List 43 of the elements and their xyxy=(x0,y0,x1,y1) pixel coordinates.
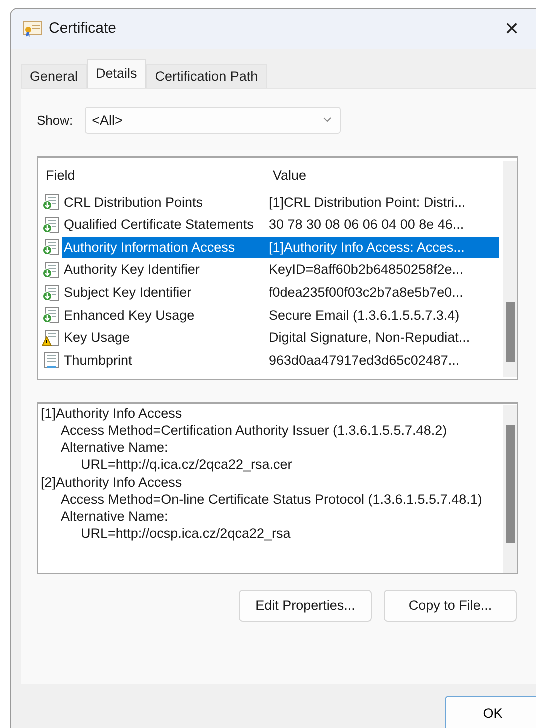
list-row[interactable]: Enhanced Key Usage Secure Email (1.3.6.1.5.5.7.3.4) xyxy=(42,304,499,326)
list-row[interactable]: CRL Distribution Points [1]CRL Distribution Point: Distri... xyxy=(42,190,499,214)
detail-line: URL=http://q.ica.cz/2qca22_rsa.cer xyxy=(80,456,294,474)
certificate-field-icon xyxy=(42,193,60,212)
detail-line: Alternative Name: xyxy=(60,439,170,456)
detail-line: URL=http://ocsp.ica.cz/2qca22_rsa xyxy=(80,525,292,542)
tab[interactable]: General xyxy=(21,64,88,88)
list-row[interactable]: Subject Key Identifier f0dea235f00f03c2b7a8e5b7e0... xyxy=(42,281,499,304)
dialog-button[interactable]: Edit Properties... xyxy=(239,590,372,622)
detail-line: Access Method=On-line Certificate Status Protocol (1.3.6.1.5.5.7.48.1) xyxy=(60,490,484,508)
list-row[interactable]: Key Usage Digital Signature, Non-Repudiat... xyxy=(42,326,499,350)
detail-line: Access Method=Certification Authority Issuer (1.3.6.1.5.5.7.48.2) xyxy=(60,422,448,440)
certificate-field-icon xyxy=(42,284,60,302)
warning-field-icon xyxy=(42,328,60,347)
document-icon xyxy=(42,351,60,370)
show-dropdown[interactable]: <All> xyxy=(85,106,342,134)
chevron-down-icon xyxy=(323,117,332,124)
detail-line: [2]Authority Info Access xyxy=(41,474,184,491)
tab[interactable]: Certification Path xyxy=(146,64,268,88)
certificate-field-icon xyxy=(42,216,60,234)
list-row[interactable]: Qualified Certificate Statements 30 78 30 08 06 06 04 00 8e 46... xyxy=(42,213,499,236)
scrollbar[interactable] xyxy=(503,404,517,573)
list-row[interactable]: Authority Information Access [1]Authority Info Access: Acces... xyxy=(42,236,499,259)
detail-line: [1]Authority Info Access xyxy=(41,404,184,422)
ok-button[interactable]: OK xyxy=(445,696,536,728)
tab[interactable]: Details xyxy=(87,58,146,88)
window-title: Certificate xyxy=(49,20,118,38)
scroll-thumb[interactable] xyxy=(506,424,515,543)
certificate-field-icon xyxy=(42,238,60,256)
certificate-icon xyxy=(23,20,43,38)
column-header[interactable]: Field xyxy=(42,168,269,184)
dialog-button[interactable]: Copy to File... xyxy=(384,590,517,622)
column-header[interactable]: Value xyxy=(269,168,503,184)
close-button[interactable]: ✕ xyxy=(489,14,535,44)
show-label: Show: xyxy=(37,112,74,128)
detail-text-box[interactable] xyxy=(37,402,518,574)
certificate-field-icon xyxy=(42,306,60,324)
certificate-field-icon xyxy=(42,260,60,279)
scroll-thumb[interactable] xyxy=(506,302,515,362)
detail-line: Alternative Name: xyxy=(60,508,170,526)
scrollbar[interactable] xyxy=(503,160,517,377)
list-row[interactable]: Thumbprint 963d0aa47917ed3d65c02487... xyxy=(42,349,499,372)
list-row[interactable]: Authority Key Identifier KeyID=8aff60b2b64850258f2e... xyxy=(42,258,499,282)
